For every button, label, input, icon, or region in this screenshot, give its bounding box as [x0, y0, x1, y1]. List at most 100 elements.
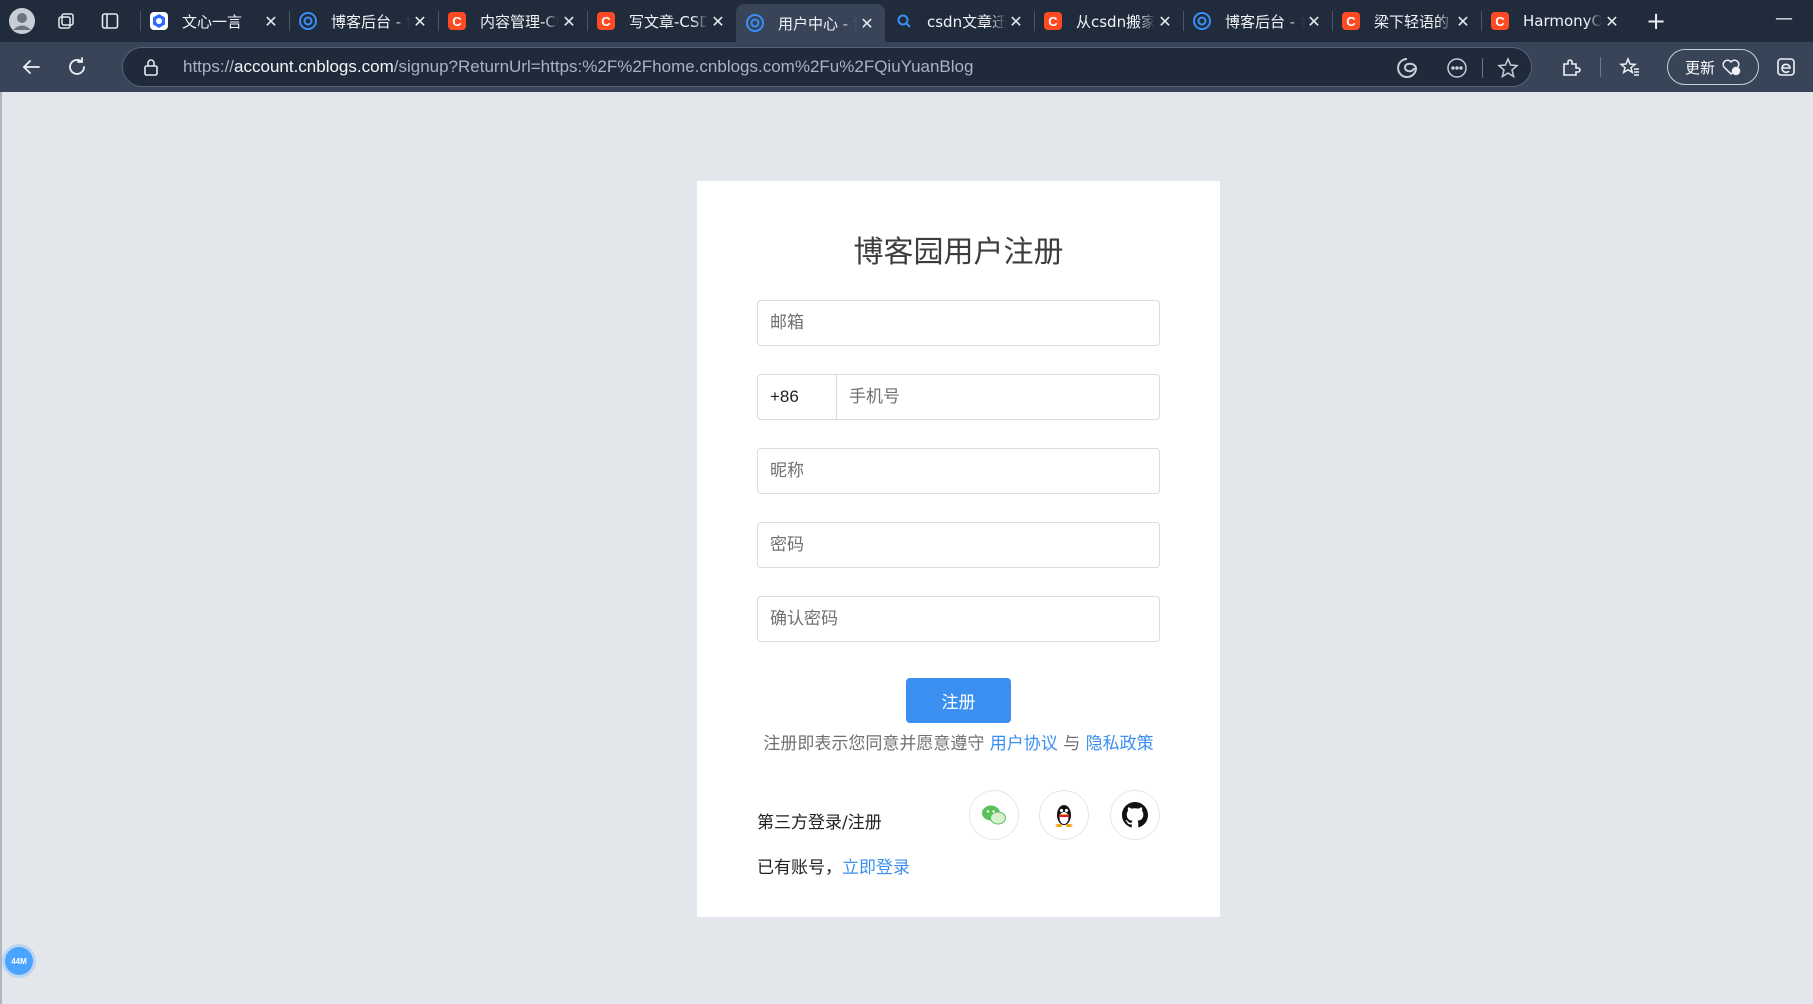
- tab-user-center[interactable]: 用户中心 - 博客园 ✕: [736, 4, 885, 42]
- phone-input[interactable]: [837, 375, 1159, 419]
- favorite-star-icon[interactable]: [1497, 57, 1519, 79]
- cnblogs-icon: [1193, 12, 1211, 30]
- tab-actions-icon: [101, 13, 119, 29]
- profile-avatar[interactable]: [0, 0, 44, 42]
- tab-strip: 文心一言 ✕ 博客后台 - 博客园 ✕ C 内容管理-CSDN ✕ C 写文章-…: [0, 0, 1813, 42]
- search-icon: [895, 12, 913, 30]
- close-icon[interactable]: ✕: [261, 11, 281, 31]
- email-field[interactable]: [757, 300, 1160, 346]
- register-button[interactable]: 注册: [906, 678, 1011, 723]
- phone-field[interactable]: +86: [757, 374, 1160, 420]
- ie-mode-icon: [1777, 58, 1795, 76]
- refresh-icon: [69, 57, 85, 75]
- update-button[interactable]: 更新: [1667, 49, 1759, 85]
- address-bar[interactable]: https://account.cnblogs.com/signup?Retur…: [122, 47, 1532, 87]
- wenxin-icon: [150, 12, 168, 30]
- privacy-policy-link[interactable]: 隐私政策: [1086, 734, 1154, 754]
- third-party-label: 第三方登录/注册: [757, 813, 882, 833]
- password-input[interactable]: [758, 523, 1159, 567]
- tab-title: 文心一言: [182, 12, 243, 31]
- favorites-list-icon: [1619, 56, 1639, 76]
- csdn-icon: C: [448, 12, 466, 30]
- tab-title: 梁下轻语的: [1374, 12, 1450, 31]
- url-text[interactable]: https://account.cnblogs.com/signup?Retur…: [183, 57, 973, 77]
- tab-csdn-migrate[interactable]: csdn文章迁移 ✕: [885, 0, 1034, 42]
- close-icon[interactable]: ✕: [857, 13, 877, 33]
- csdn-icon: C: [1044, 12, 1062, 30]
- close-icon[interactable]: ✕: [559, 11, 579, 31]
- confirm-password-input[interactable]: [758, 597, 1159, 641]
- qq-penguin-icon: [1055, 805, 1073, 828]
- csdn-icon: C: [597, 12, 615, 30]
- close-icon[interactable]: ✕: [1602, 11, 1622, 31]
- favorites-button[interactable]: [1607, 44, 1653, 90]
- email-input[interactable]: [758, 301, 1159, 345]
- vertical-tabs-button[interactable]: [88, 0, 132, 42]
- edge-icon[interactable]: [1396, 57, 1418, 79]
- extensions-button[interactable]: [1548, 44, 1594, 90]
- lock-icon[interactable]: [131, 58, 171, 76]
- address-bar-actions: [1396, 48, 1519, 88]
- update-label: 更新: [1684, 58, 1715, 77]
- wechat-login-button[interactable]: [969, 790, 1019, 840]
- tab-wenxin[interactable]: 文心一言 ✕: [140, 0, 289, 42]
- login-link[interactable]: 立即登录: [842, 858, 910, 878]
- password-field[interactable]: [757, 522, 1160, 568]
- collections-button[interactable]: [44, 0, 88, 42]
- tab-harmonyos[interactable]: C HarmonyOS ✕: [1481, 0, 1630, 42]
- minimize-icon: —: [1775, 8, 1793, 29]
- nickname-field[interactable]: [757, 448, 1160, 494]
- qq-login-button[interactable]: [1039, 790, 1089, 840]
- refresh-button[interactable]: [54, 44, 100, 90]
- close-icon[interactable]: ✕: [1006, 11, 1026, 31]
- tab-title: csdn文章迁移: [927, 12, 1006, 31]
- close-icon[interactable]: ✕: [410, 11, 430, 31]
- confirm-password-field[interactable]: [757, 596, 1160, 642]
- page-viewport: 博客园用户注册 +86 注册 注册即表示您同意并愿意遵守 用户协议 与 隐私政策…: [0, 92, 1813, 1004]
- github-icon: [1122, 802, 1148, 828]
- signup-card: 博客园用户注册 +86 注册 注册即表示您同意并愿意遵守 用户协议 与 隐私政策…: [697, 181, 1220, 917]
- tab-csdn-write[interactable]: C 写文章-CSDN ✕: [587, 0, 736, 42]
- cnblogs-icon: [746, 14, 764, 32]
- have-account-text: 已有账号，: [757, 858, 842, 878]
- agreement-text: 注册即表示您同意并愿意遵守 用户协议 与 隐私政策: [697, 729, 1220, 754]
- floating-memory-badge[interactable]: 44M: [5, 947, 33, 975]
- close-icon[interactable]: ✕: [1304, 11, 1324, 31]
- user-agreement-link[interactable]: 用户协议: [990, 734, 1058, 754]
- tab-cnblogs-backend[interactable]: 博客后台 - 博客园 ✕: [289, 0, 438, 42]
- divider: [1600, 57, 1601, 77]
- close-icon[interactable]: ✕: [1155, 11, 1175, 31]
- tab-title: 写文章-CSDN: [629, 12, 708, 31]
- page-title: 博客园用户注册: [853, 235, 1064, 270]
- agreement-prefix: 注册即表示您同意并愿意遵守: [763, 734, 990, 754]
- tab-title: 博客后台 - 博客园: [1225, 12, 1304, 31]
- tab-csdn-content[interactable]: C 内容管理-CSDN ✕: [438, 0, 587, 42]
- wechat-icon: [982, 805, 1006, 825]
- tab-title: 内容管理-CSDN: [480, 12, 559, 31]
- login-prompt: 已有账号，立即登录: [757, 853, 910, 878]
- tab-csdn-move[interactable]: C 从csdn搬家 ✕: [1034, 0, 1183, 42]
- url-scheme: https://: [183, 57, 235, 76]
- nickname-input[interactable]: [758, 449, 1159, 493]
- close-icon[interactable]: ✕: [1453, 11, 1473, 31]
- tab-csdn-blog[interactable]: C 梁下轻语的 ✕: [1332, 0, 1481, 42]
- plus-icon: +: [1645, 7, 1667, 35]
- csdn-icon: C: [1342, 12, 1360, 30]
- csdn-icon: C: [1491, 12, 1509, 30]
- avatar-icon: [9, 8, 35, 34]
- ie-mode-button[interactable]: [1763, 44, 1809, 90]
- back-button[interactable]: [8, 44, 54, 90]
- divider: [1482, 58, 1483, 78]
- toolbar-right: 更新: [1548, 42, 1809, 92]
- close-icon[interactable]: ✕: [708, 11, 728, 31]
- github-login-button[interactable]: [1110, 790, 1160, 840]
- more-options-icon[interactable]: [1446, 57, 1468, 79]
- tab-title: HarmonyOS: [1523, 12, 1602, 30]
- tab-title: 博客后台 - 博客园: [331, 12, 410, 31]
- tab-cnblogs-backend-2[interactable]: 博客后台 - 博客园 ✕: [1183, 0, 1332, 42]
- collections-icon: [58, 13, 74, 29]
- minimize-button[interactable]: —: [1775, 8, 1793, 29]
- country-code-select[interactable]: +86: [758, 375, 837, 419]
- puzzle-icon: [1563, 59, 1581, 76]
- new-tab-button[interactable]: +: [1634, 0, 1678, 42]
